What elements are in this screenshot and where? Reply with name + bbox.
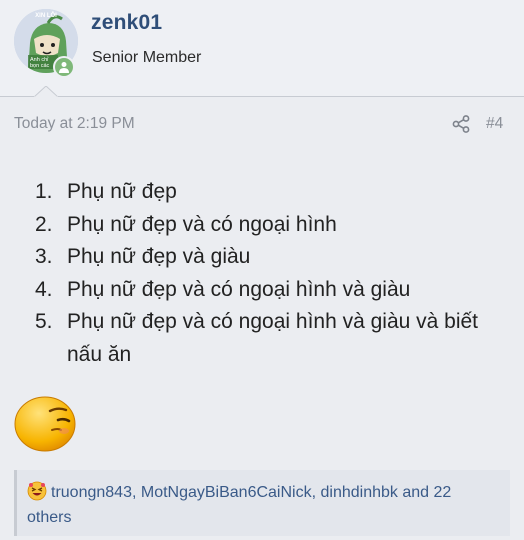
online-status-icon	[53, 56, 75, 78]
list-item-text: Phụ nữ đẹp và có ngoại hình	[67, 212, 337, 236]
list-item: 2. Phụ nữ đẹp và có ngoại hình	[32, 209, 518, 242]
reaction-user-link[interactable]: MotNgayBiBan6CaiNick	[141, 484, 312, 501]
list-item: 5. Phụ nữ đẹp và có ngoại hình và giàu và…	[32, 306, 518, 371]
message-post: XIN LỖI Anh chỉ bọn các zenk01 Senior Me…	[0, 0, 524, 540]
post-body-list: 1. Phụ nữ đẹp 2. Phụ nữ đẹp và có ngoại hìn…	[32, 176, 518, 372]
username-link[interactable]: zenk01	[91, 11, 162, 35]
header-divider	[0, 96, 524, 97]
avatar-caption-line1: Anh chỉ	[30, 56, 49, 63]
list-item: 1. Phụ nữ đẹp	[32, 176, 518, 209]
list-item-number: 3.	[35, 245, 53, 269]
post-number-link[interactable]: #4	[486, 115, 503, 133]
list-item-text: Phụ nữ đẹp	[67, 180, 177, 203]
reactions-text: truongn843, MotNgayBiBan6CaiNick, dinhdi…	[27, 480, 497, 530]
list-item-text: Phụ nữ đẹp và giàu	[67, 245, 251, 269]
author-header: XIN LỖI Anh chỉ bọn các zenk01 Senior Me…	[0, 0, 524, 96]
user-title: Senior Member	[92, 49, 202, 66]
reaction-and-text: and	[397, 484, 434, 501]
list-item-text: Phụ nữ đẹp và có ngoại hình và giàu	[67, 277, 411, 301]
reaction-user-link[interactable]: truongn843	[51, 484, 132, 501]
avatar-caption-line2: bọn các	[30, 63, 50, 69]
list-item-number: 4.	[35, 277, 53, 301]
share-icon[interactable]	[451, 114, 471, 134]
post-timestamp[interactable]: Today at 2:19 PM	[14, 115, 135, 133]
smirk-emoji-icon	[14, 394, 78, 452]
list-item: 3. Phụ nữ đẹp và giàu	[32, 241, 518, 274]
reaction-user-link[interactable]: dinhdinhbk	[320, 484, 397, 501]
avatar-caption-top: XIN LỖI	[35, 12, 57, 19]
list-item-number: 1.	[35, 180, 53, 203]
reactions-bar: truongn843, MotNgayBiBan6CaiNick, dinhdi…	[14, 470, 510, 536]
list-item-number: 2.	[35, 212, 53, 236]
list-item-text: Phụ nữ đẹp và có ngoại hình và giàu và b…	[67, 310, 479, 366]
list-item: 4. Phụ nữ đẹp và có ngoại hình và giàu	[32, 274, 518, 307]
list-item-number: 5.	[35, 310, 53, 334]
reaction-separator: ,	[131, 484, 141, 501]
